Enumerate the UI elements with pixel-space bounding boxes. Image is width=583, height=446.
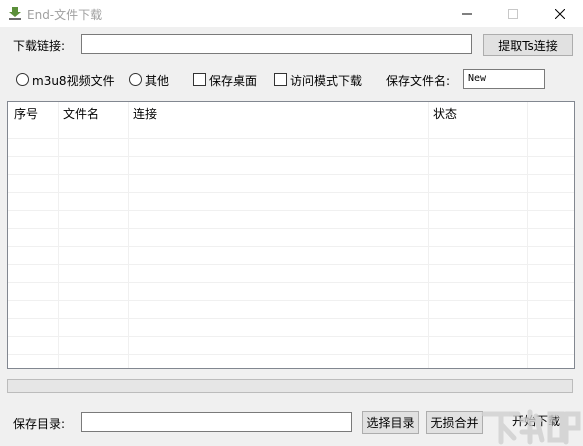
extract-ts-button[interactable]: 提取Ts连接 [483,34,573,56]
title-bar[interactable]: End-文件下载 [0,0,583,27]
column-header-status[interactable]: 状态 [429,102,527,126]
row-gridline [8,228,574,229]
download-progress-bar [7,379,573,393]
row-gridline [8,282,574,283]
minimize-button[interactable] [444,0,490,27]
save-dir-label: 保存目录: [13,417,66,431]
close-button[interactable] [537,0,583,27]
column-header-filename[interactable]: 文件名 [59,102,128,126]
filename-label: 保存文件名: [386,74,451,88]
column-divider [428,102,429,368]
row-gridline [8,138,574,139]
watermark-logo [481,409,581,445]
row-gridline [8,318,574,319]
m3u8-radio[interactable] [16,73,29,86]
column-divider [128,102,129,368]
lossless-merge-button[interactable]: 无损合并 [426,411,483,434]
column-divider [58,102,59,368]
access-mode-checkbox[interactable] [274,73,287,86]
m3u8-radio-label: m3u8视频文件 [32,74,115,88]
access-mode-label: 访问模式下载 [290,74,363,88]
row-gridline [8,156,574,157]
minimize-icon [462,13,472,14]
filename-input[interactable]: New [463,69,545,89]
row-gridline [8,174,574,175]
row-gridline [8,246,574,247]
other-radio-label: 其他 [145,74,170,88]
save-dir-input[interactable] [81,412,352,432]
link-label: 下载链接: [13,39,66,53]
row-gridline [8,264,574,265]
row-gridline [8,192,574,193]
column-divider [527,102,528,368]
link-input[interactable] [81,34,472,54]
other-radio[interactable] [129,73,142,86]
close-icon [555,8,565,19]
row-gridline [8,336,574,337]
maximize-button[interactable] [490,0,536,27]
save-desktop-label: 保存桌面 [209,74,258,88]
column-header-index[interactable]: 序号 [10,102,58,126]
row-gridline [8,210,574,211]
row-gridline [8,300,574,301]
file-list-table[interactable]: 序号 文件名 连接 状态 [7,101,575,369]
download-app-icon [9,7,21,20]
row-gridline [8,354,574,355]
save-desktop-checkbox[interactable] [193,73,206,86]
choose-dir-button[interactable]: 选择目录 [362,411,419,434]
maximize-icon [508,8,518,19]
window-title: End-文件下载 [27,8,103,22]
column-header-link[interactable]: 连接 [129,102,428,126]
